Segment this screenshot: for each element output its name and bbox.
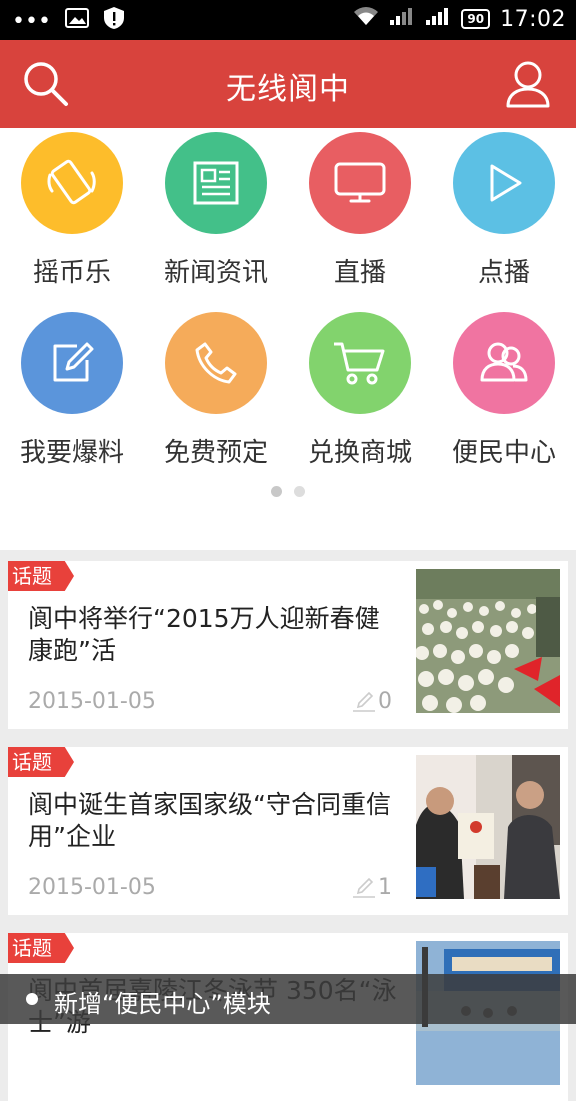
news-thumbnail — [416, 569, 560, 713]
page-dot-2[interactable] — [293, 486, 305, 497]
topic-tag: 话题 — [8, 561, 74, 591]
grid-item-shake[interactable]: 摇币乐 — [0, 132, 144, 289]
booking-circle — [165, 312, 267, 414]
grid-item-service[interactable]: 便民中心 — [432, 312, 576, 469]
grid-item-news[interactable]: 新闻资讯 — [144, 132, 288, 289]
grid-item-booking[interactable]: 免费预定 — [144, 312, 288, 469]
signal-icon-1 — [389, 6, 415, 32]
grid-item-shop[interactable]: 兑换商城 — [288, 312, 432, 469]
user-button[interactable] — [502, 58, 554, 110]
pencil-icon — [353, 691, 375, 712]
people-icon — [480, 342, 528, 382]
status-bar: ••• 90 17:02 — [0, 0, 576, 40]
grid-label: 新闻资讯 — [163, 258, 268, 288]
newspaper-icon — [193, 161, 239, 205]
battery-indicator: 90 — [461, 9, 491, 29]
phone-icon — [195, 342, 237, 384]
comment-count-value: 0 — [378, 689, 392, 714]
topic-tag: 话题 — [8, 933, 74, 963]
notice-text: 新增“便民中心”模块 — [54, 990, 271, 1018]
live-circle — [309, 132, 411, 234]
cart-icon — [334, 342, 385, 385]
shop-circle — [309, 312, 411, 414]
report-circle — [21, 312, 123, 414]
page-dot-1[interactable] — [271, 486, 283, 497]
function-grid: 摇币乐 新闻资讯 直播 点播 我要爆料 免费预定 兑换商城 便民中心 — [0, 128, 576, 550]
comment-count: 0 — [352, 689, 392, 714]
grid-label: 免费预定 — [163, 438, 268, 468]
topic-tag: 话题 — [8, 747, 74, 777]
service-circle — [453, 312, 555, 414]
vod-circle — [453, 132, 555, 234]
shake-circle — [21, 132, 123, 234]
pencil-icon — [353, 877, 375, 898]
news-date: 2015-01-05 — [28, 875, 156, 900]
news-thumbnail — [416, 755, 560, 899]
news-card-1[interactable]: 话题 阆中将举行“2015万人迎新春健康跑”活 2015-01-05 0 — [8, 561, 568, 729]
bullet-dot — [26, 993, 38, 1005]
comment-count: 1 — [352, 875, 392, 900]
clock: 17:02 — [500, 6, 566, 32]
news-date: 2015-01-05 — [28, 689, 156, 714]
comment-count-value: 1 — [378, 875, 392, 900]
grid-label: 点播 — [477, 258, 530, 288]
user-icon — [506, 61, 550, 108]
play-icon — [490, 164, 522, 202]
page-indicator — [0, 482, 576, 501]
notice-banner[interactable]: 新增“便民中心”模块 — [0, 974, 576, 1024]
tv-icon — [334, 162, 386, 203]
news-circle — [165, 132, 267, 234]
grid-label: 便民中心 — [451, 438, 556, 468]
grid-item-vod[interactable]: 点播 — [432, 132, 576, 289]
shield-icon — [103, 6, 125, 36]
grid-label: 摇币乐 — [32, 258, 111, 288]
more-notifications-icon: ••• — [12, 8, 51, 34]
edit-icon — [53, 342, 94, 382]
signal-icon-2 — [425, 6, 451, 32]
page-title: 无线阆中 — [226, 72, 350, 107]
grid-label: 直播 — [333, 258, 386, 288]
grid-item-report[interactable]: 我要爆料 — [0, 312, 144, 469]
grid-label: 我要爆料 — [19, 438, 124, 468]
news-card-2[interactable]: 话题 阆中诞生首家国家级“守合同重信用”企业 2015-01-05 1 — [8, 747, 568, 915]
image-notification-icon — [64, 8, 89, 34]
app-header: 无线阆中 — [0, 40, 576, 128]
news-title: 阆中将举行“2015万人迎新春健康跑”活 — [28, 604, 380, 665]
shake-phone-icon — [47, 159, 96, 205]
news-title: 阆中诞生首家国家级“守合同重信用”企业 — [28, 790, 391, 851]
wifi-icon — [353, 6, 379, 32]
grid-label: 兑换商城 — [307, 438, 412, 468]
grid-item-live[interactable]: 直播 — [288, 132, 432, 289]
